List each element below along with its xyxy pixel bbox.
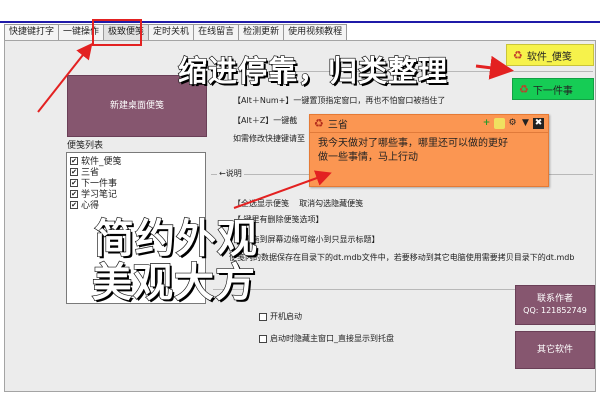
pin-icon[interactable]: ▼ — [520, 118, 531, 129]
list-item-checkbox[interactable] — [70, 178, 78, 187]
hotkey-line-1: 【Alt＋Num+】一键置顶指定窗口，再也不怕窗口被挡住了 — [233, 96, 446, 105]
note-logo-icon: ♻ — [314, 117, 324, 130]
gear-icon[interactable]: ⚙ — [507, 118, 518, 129]
tray-checkbox-row[interactable]: 启动时隐藏主窗口_直接显示到托盘 — [259, 333, 394, 344]
tab-check-update[interactable]: 检测更新 — [238, 24, 285, 40]
tab-hotkey-typing[interactable]: 快捷键打字 — [4, 24, 60, 40]
annotation-bottom-2: 美观大方 — [91, 259, 256, 306]
desc-line-4: 便笺内的数据保存在目录下的dt.mdb文件中，若要移动到其它电脑使用需要拷贝目录… — [229, 253, 575, 262]
desc-heading-text: 说明 — [225, 169, 242, 178]
note-logo-icon: ♻ — [519, 82, 529, 96]
sticky-note-line-2: 做一些事情，马上行动 — [318, 152, 418, 163]
list-item-checkbox[interactable] — [70, 189, 78, 198]
tray-checkbox[interactable] — [259, 334, 267, 343]
startup-checkbox[interactable] — [259, 312, 267, 321]
sticky-note-titlebar[interactable]: ♻ 三省 + ⚙ ▼ ✖ — [310, 115, 548, 133]
tab-online-message[interactable]: 在线留言 — [193, 24, 240, 40]
other-software-button[interactable]: 其它软件 — [515, 331, 595, 369]
list-item-checkbox[interactable] — [70, 156, 78, 165]
color-icon[interactable] — [494, 118, 505, 129]
contact-author-label: 联系作者 — [536, 294, 573, 304]
hotkey-line-3: 如需修改快捷键请至 — [233, 134, 305, 143]
hotkey-line-2: 【Alt＋Z】一键截 — [233, 116, 298, 125]
desc-line-1c: 取消勾选隐藏便笺 — [299, 199, 364, 208]
list-item-checkbox[interactable] — [70, 200, 78, 209]
tray-label: 启动时隐藏主窗口_直接显示到托盘 — [270, 334, 394, 343]
annotation-top: 缩进停靠，归类整理 — [177, 53, 449, 88]
sticky-note-line-1: 我今天做对了哪些事，哪里还可以做的更好 — [318, 138, 508, 149]
tab-scheduled-shutdown[interactable]: 定时关机 — [148, 24, 195, 40]
list-title: 便笺列表 — [67, 141, 104, 151]
sticky-note-title: 三省 — [327, 120, 348, 131]
note-logo-icon: ♻ — [513, 48, 523, 62]
contact-author-qq: QQ: 121852749 — [523, 306, 587, 315]
close-icon[interactable]: ✖ — [533, 118, 544, 129]
contact-author-button[interactable]: 联系作者 QQ: 121852749 — [515, 285, 595, 325]
docked-note-card-2[interactable]: ♻ 下一件事 — [512, 78, 594, 100]
startup-label: 开机启动 — [270, 312, 302, 321]
options-section-divider — [213, 289, 515, 290]
title-bar — [0, 0, 600, 23]
docked-note-card-1[interactable]: ♻ 软件_便笺 — [506, 44, 594, 66]
docked-note-card-1-title: 软件_便笺 — [526, 51, 572, 63]
tab-strip: 快捷键打字 一键操作 极致便笺 定时关机 在线留言 检测更新 使用视频教程 — [4, 24, 348, 40]
docked-note-card-2-title: 下一件事 — [532, 85, 573, 97]
add-note-icon[interactable]: + — [481, 118, 492, 129]
list-item-checkbox[interactable] — [70, 167, 78, 176]
sticky-note-body[interactable]: 我今天做对了哪些事，哪里还可以做的更好 做一些事情，马上行动 — [310, 133, 548, 169]
tab-video-tutorial[interactable]: 使用视频教程 — [283, 24, 348, 40]
desc-heading: ←说明 — [217, 168, 244, 179]
startup-checkbox-row[interactable]: 开机启动 — [259, 311, 302, 322]
tab-highlight-box — [92, 19, 142, 46]
sticky-note-window[interactable]: ♻ 三省 + ⚙ ▼ ✖ 我今天做对了哪些事，哪里还可以做的更好 做一些事情，马… — [309, 114, 549, 187]
